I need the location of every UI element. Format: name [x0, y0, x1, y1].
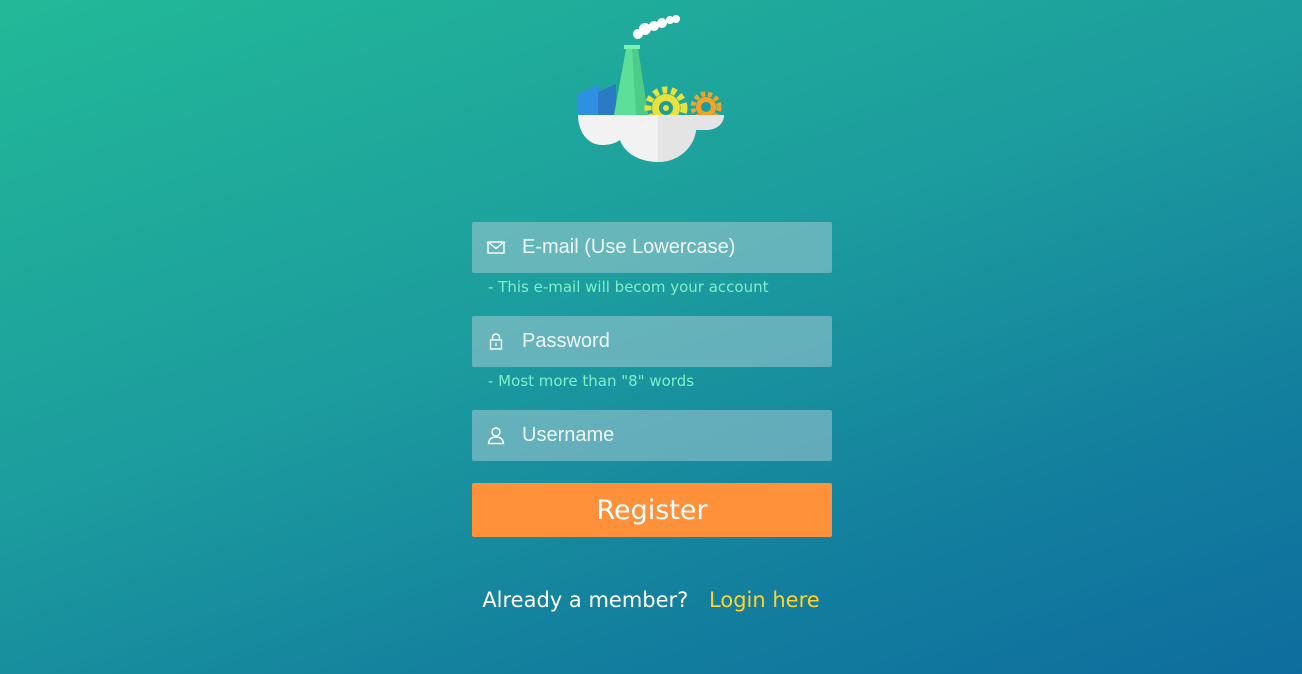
login-link[interactable]: Login here: [709, 588, 820, 612]
cloud-base: [578, 115, 724, 162]
password-input[interactable]: [522, 316, 822, 367]
register-button[interactable]: Register: [472, 483, 832, 537]
building-left: [578, 84, 600, 115]
already-member-text: Already a member?: [482, 588, 689, 612]
password-field-wrapper[interactable]: [472, 316, 832, 367]
factory-logo: [578, 15, 724, 162]
user-icon: [487, 427, 505, 445]
email-field-wrapper[interactable]: [472, 222, 832, 273]
username-field-wrapper[interactable]: [472, 410, 832, 461]
email-input[interactable]: [522, 222, 822, 273]
username-input[interactable]: [522, 410, 822, 461]
email-hint: - This e-mail will becom your account: [488, 278, 769, 296]
password-hint: - Most more than "8" words: [488, 372, 695, 390]
lock-icon: [489, 333, 503, 350]
envelope-icon: [487, 241, 505, 254]
chimney-top: [624, 45, 640, 49]
smoke-cloud: [633, 15, 680, 39]
login-prompt: Already a member? Login here: [0, 588, 1302, 612]
building-mid: [598, 84, 616, 115]
